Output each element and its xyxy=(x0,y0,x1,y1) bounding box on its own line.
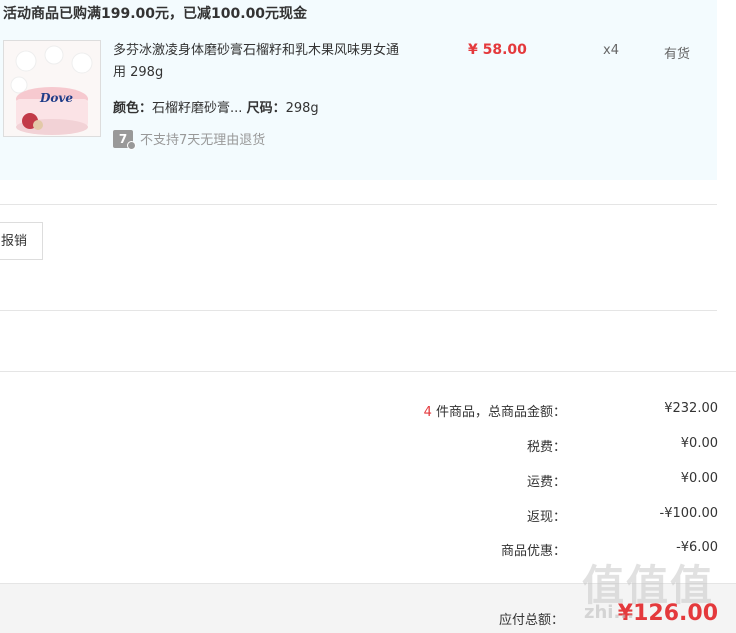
total-bar: 应付总额： ¥126.00 xyxy=(0,583,736,633)
product-thumbnail[interactable]: Dove xyxy=(3,40,101,137)
return-policy: 7 不支持7天无理由退货 xyxy=(113,129,266,150)
reimburse-button[interactable]: 报销 xyxy=(0,222,43,260)
divider xyxy=(0,310,717,311)
summary-tax-row: 税费： ¥0.00 xyxy=(0,436,736,456)
no-return-icon: 7 xyxy=(113,129,136,150)
summary-shipping-row: 运费： ¥0.00 xyxy=(0,471,736,491)
discount-value: -¥6.00 xyxy=(676,540,718,555)
product-image xyxy=(4,41,100,136)
divider xyxy=(0,204,717,205)
total-value: ¥126.00 xyxy=(617,601,718,626)
tax-label: 税费： xyxy=(526,440,566,455)
items-total-label: 4 件商品，总商品金额： xyxy=(424,401,566,420)
divider xyxy=(0,371,736,372)
discount-label: 商品优惠： xyxy=(500,544,566,559)
attr-color-label: 颜色： xyxy=(113,101,153,116)
product-price: ¥ 58.00 xyxy=(468,42,527,58)
summary-items-row: 4 件商品，总商品金额： ¥232.00 xyxy=(0,401,736,421)
return-icon-number: 7 xyxy=(118,131,128,146)
return-policy-text: 不支持7天无理由退货 xyxy=(140,133,266,148)
total-label: 应付总额： xyxy=(498,613,564,628)
tax-value: ¥0.00 xyxy=(680,436,718,451)
promo-title: 活动商品已购满199.00元，已减100.00元现金 xyxy=(3,6,308,22)
return-icon-badge xyxy=(127,140,136,150)
promo-panel: 活动商品已购满199.00元，已减100.00元现金 Dove 多芬冰激凌身体磨… xyxy=(0,0,717,180)
summary-discount-row: 商品优惠： -¥6.00 xyxy=(0,540,736,560)
product-attributes: 颜色：石榴籽磨砂膏... 尺码：298g xyxy=(113,97,319,116)
attr-size-value: 298g xyxy=(285,101,319,116)
shipping-value: ¥0.00 xyxy=(680,471,718,486)
attr-size-label: 尺码： xyxy=(246,101,286,116)
summary-cashback-row: 返现： -¥100.00 xyxy=(0,506,736,526)
product-quantity: x4 xyxy=(603,43,619,58)
items-total-value: ¥232.00 xyxy=(664,401,718,416)
cashback-value: -¥100.00 xyxy=(659,506,718,521)
attr-color-value: 石榴籽磨砂膏... xyxy=(152,101,243,116)
items-count: 4 xyxy=(423,405,432,420)
cashback-label: 返现： xyxy=(526,510,566,525)
brand-logo: Dove xyxy=(40,91,74,105)
items-label-text: 件商品，总商品金额： xyxy=(431,405,566,420)
stock-status: 有货 xyxy=(664,47,691,62)
shipping-label: 运费： xyxy=(526,475,566,490)
product-name-link[interactable]: 多芬冰激凌身体磨砂膏石榴籽和乳木果风味男女通用 298g xyxy=(113,40,403,84)
